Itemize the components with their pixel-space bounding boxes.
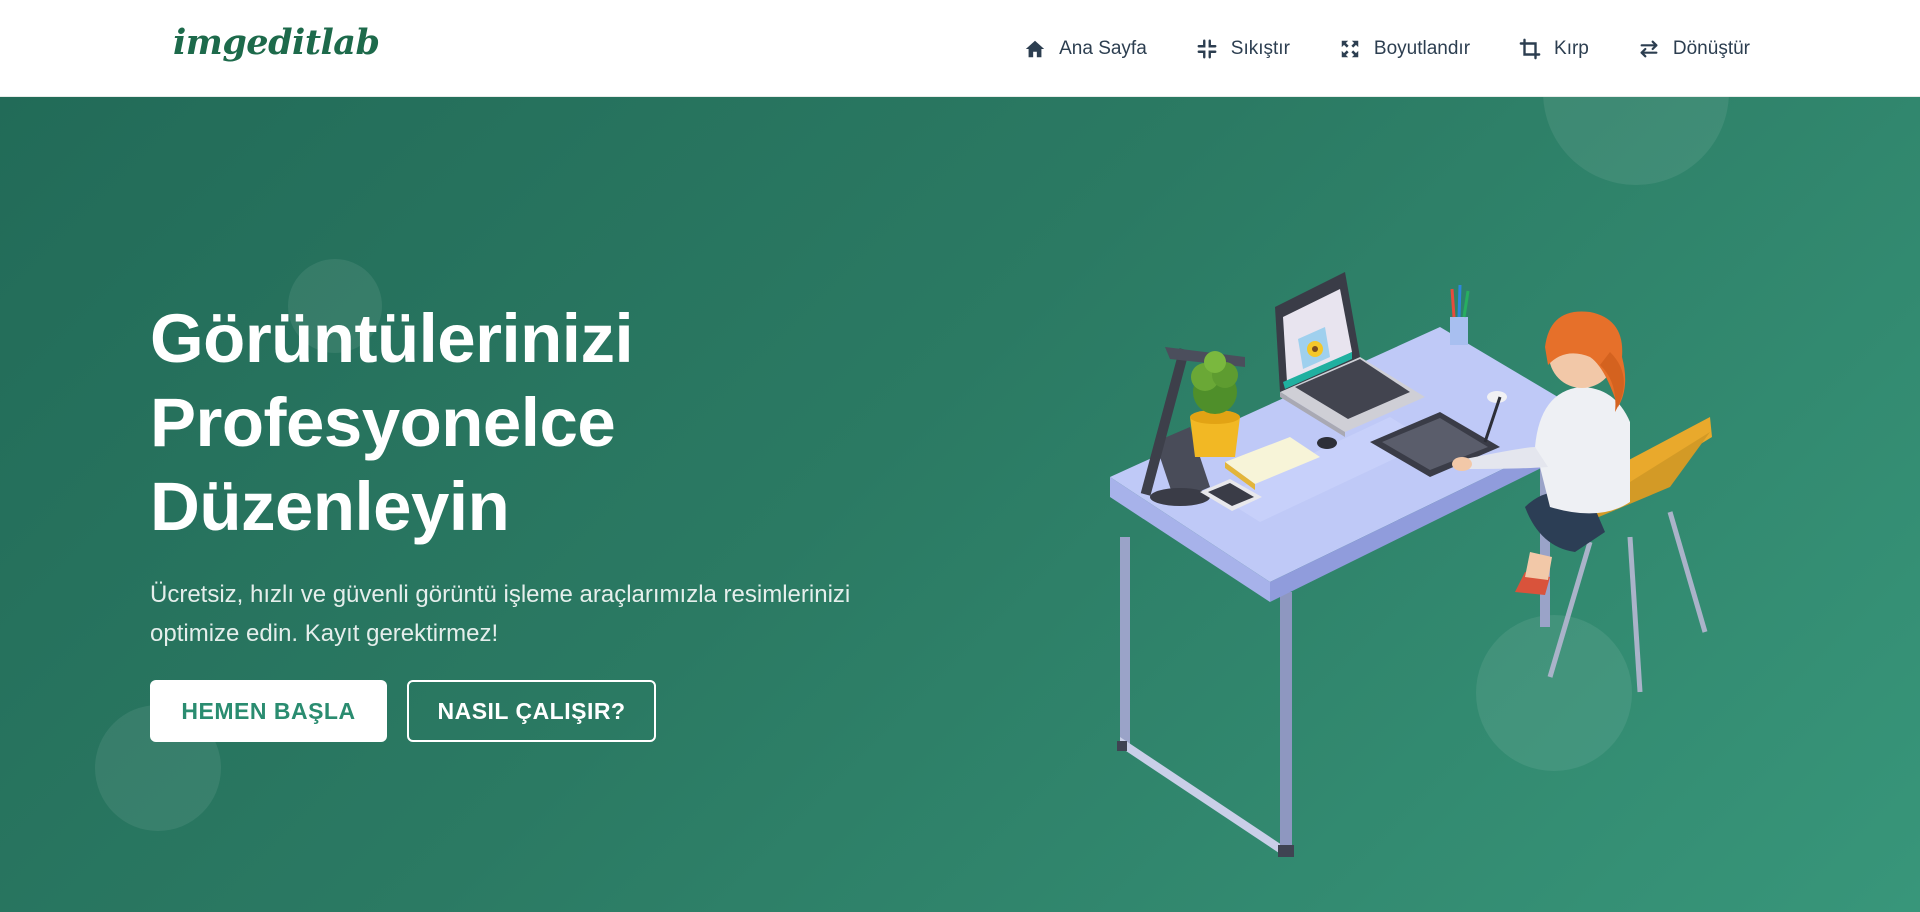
get-started-button[interactable]: HEMEN BAŞLA	[150, 680, 387, 742]
hero-title-line: Görüntülerinizi	[150, 300, 634, 377]
convert-icon	[1637, 37, 1661, 61]
nav-link-label: Sıkıştır	[1230, 37, 1290, 59]
brand-logo[interactable]: imgeditlab	[173, 22, 380, 63]
hero-subtitle: Ücretsiz, hızlı ve güvenli görüntü işlem…	[150, 581, 851, 647]
nav-link-convert[interactable]: Dönüştür	[1637, 29, 1750, 69]
hero-title-line: Profesyonelce	[150, 384, 616, 461]
resize-icon	[1338, 37, 1362, 61]
how-it-works-button[interactable]: NASIL ÇALIŞIR?	[407, 680, 656, 742]
nav-link-label: Boyutlandır	[1373, 37, 1471, 59]
nav-link-label: Kırp	[1554, 37, 1589, 59]
decorative-circle	[1543, 97, 1729, 185]
hero-section: Görüntülerinizi Profesyonelce Düzenleyin…	[0, 97, 1920, 912]
nav-link-compress[interactable]: Sıkıştır	[1195, 29, 1290, 69]
nav-link-crop[interactable]: Kırp	[1518, 29, 1589, 69]
navbar: imgeditlab Ana Sayfa Sıkıştır Boyutlandı…	[0, 0, 1920, 97]
home-icon	[1023, 37, 1047, 61]
nav-link-label: Dönüştür	[1672, 37, 1750, 59]
nav-link-resize[interactable]: Boyutlandır	[1338, 29, 1470, 69]
compress-icon	[1195, 37, 1219, 61]
crop-icon	[1518, 37, 1542, 61]
nav-link-home[interactable]: Ana Sayfa	[1023, 29, 1147, 69]
workspace-illustration	[1110, 272, 1712, 857]
hero-title-line: Düzenleyin	[150, 468, 510, 545]
main-nav: Ana Sayfa Sıkıştır Boyutlandır Kırp Dönü…	[975, 0, 1750, 97]
hero-title: Görüntülerinizi Profesyonelce Düzenleyin	[150, 297, 870, 549]
nav-link-label: Ana Sayfa	[1059, 37, 1147, 59]
